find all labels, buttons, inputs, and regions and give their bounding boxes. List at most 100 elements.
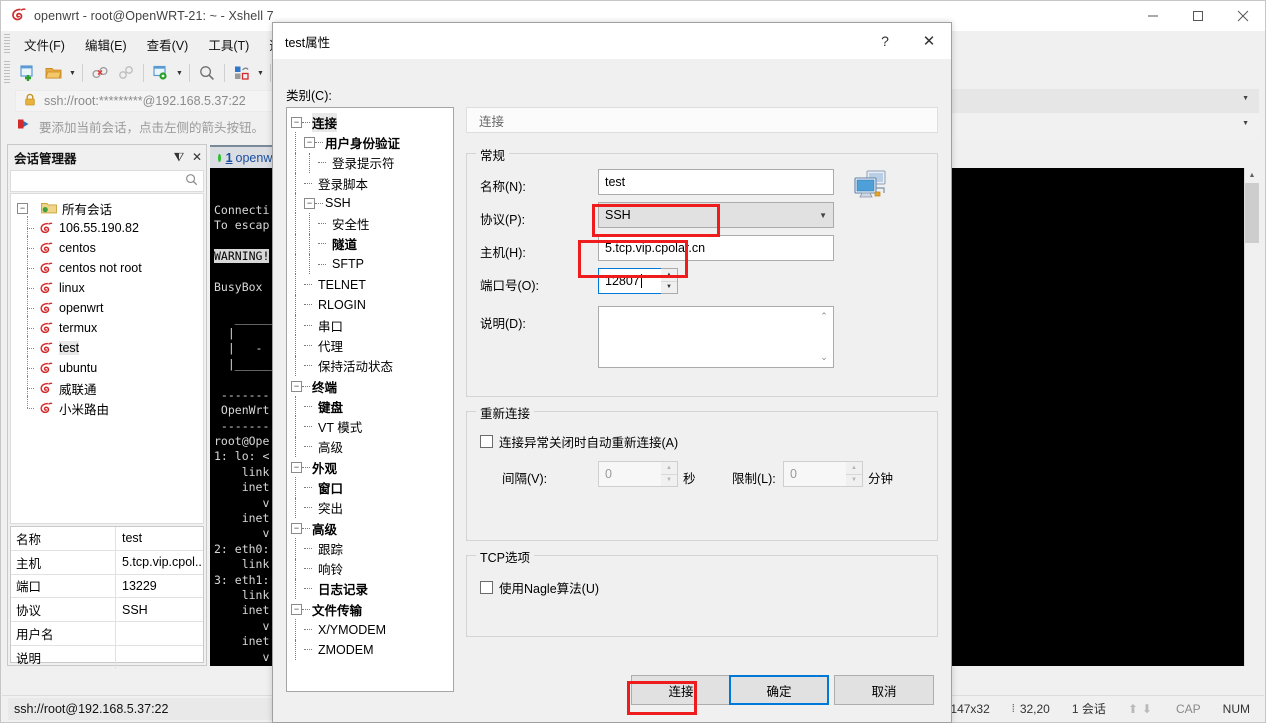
search-icon[interactable] [194,60,220,86]
category-item-跟踪[interactable]: 跟踪 [287,538,453,559]
category-item-VT-模式[interactable]: VT 模式 [287,416,453,437]
limit-spin-buttons[interactable]: ▲ ▼ [846,461,863,487]
limit-input[interactable]: 0 [783,461,846,487]
minimize-button[interactable] [1130,1,1175,31]
category-item-响铃[interactable]: 响铃 [287,558,453,579]
toolbar-grip[interactable] [4,61,10,85]
description-scrollbar[interactable]: ⌃ ⌄ [816,308,832,366]
description-input[interactable]: ⌃ ⌄ [598,306,834,368]
expand-collapse-icon[interactable]: − [291,603,302,615]
menu-file[interactable]: 文件(F) [14,32,75,57]
name-input[interactable]: test [598,169,834,195]
session-item-linux[interactable]: linux [11,276,203,298]
session-item-termux[interactable]: termux [11,316,203,338]
category-item-连接[interactable]: − 连接 [287,112,453,132]
session-tree-root[interactable]: − 所有会话 [11,198,203,218]
limit-spin-up-icon[interactable]: ▲ [846,462,862,475]
host-input[interactable]: 5.tcp.vip.cpolar.cn [598,235,834,261]
nagle-checkbox[interactable] [480,581,493,594]
category-item-突出[interactable]: 突出 [287,497,453,518]
category-item-高级[interactable]: 高级 [287,436,453,458]
link-icon[interactable] [113,60,139,86]
port-spinner[interactable]: 12807 ▲ ▼ [598,268,678,294]
category-item-键盘[interactable]: 键盘 [287,396,453,417]
category-item-窗口[interactable]: 窗口 [287,477,453,498]
session-item-106.55.190.82[interactable]: 106.55.190.82 [11,216,203,238]
category-item-TELNET[interactable]: TELNET [287,274,453,295]
open-folder-dropdown-icon[interactable]: ▼ [67,60,78,86]
port-spin-down-icon[interactable]: ▼ [661,281,677,293]
expand-collapse-icon[interactable]: − [291,461,302,473]
session-tree[interactable]: − 所有会话 106.55.190.82 centos centos not roo… [10,193,204,524]
expand-collapse-icon[interactable]: − [291,380,302,392]
category-item-SFTP[interactable]: SFTP [287,254,453,275]
session-item-centos[interactable]: centos [11,236,203,258]
category-item-日志记录[interactable]: 日志记录 [287,578,453,600]
menu-view[interactable]: 查看(V) [137,32,199,57]
ok-button[interactable]: 确定 [729,675,829,705]
expand-collapse-icon[interactable]: − [304,197,315,209]
pin-icon[interactable]: ⧨ [170,150,188,165]
new-session-icon[interactable] [15,60,41,86]
category-item-文件传输[interactable]: − 文件传输 [287,599,453,619]
session-panel-close-icon[interactable]: ✕ [188,150,206,164]
category-item-高级[interactable]: − 高级 [287,518,453,538]
auto-reconnect-checkbox[interactable] [480,435,493,448]
cancel-button[interactable]: 取消 [834,675,934,705]
auto-reconnect-checkbox-row[interactable]: 连接异常关闭时自动重新连接(A) [480,432,678,451]
close-button[interactable] [1220,1,1265,31]
category-item-ZMODEM[interactable]: ZMODEM [287,639,453,661]
expand-collapse-icon[interactable]: − [291,522,302,534]
category-item-隧道[interactable]: 隧道 [287,233,453,255]
category-item-终端[interactable]: − 终端 [287,376,453,396]
category-item-安全性[interactable]: 安全性 [287,213,453,234]
overflow-chevron-icon[interactable]: ▼ [1242,95,1249,102]
terminal-scrollbar[interactable]: ▲ [1244,168,1259,666]
protocol-select[interactable]: SSH ▼ [598,202,834,228]
category-item-SSH[interactable]: − SSH [287,193,453,214]
session-item-威联通[interactable]: 威联通 [11,376,203,398]
help-icon[interactable]: ? [863,23,907,59]
category-item-代理[interactable]: 代理 [287,335,453,356]
category-item-保持活动状态[interactable]: 保持活动状态 [287,355,453,376]
session-item-ubuntu[interactable]: ubuntu [11,356,203,378]
nagle-checkbox-row[interactable]: 使用Nagle算法(U) [480,578,599,597]
port-input[interactable]: 12807 [598,268,661,294]
expand-collapse-icon[interactable]: − [304,136,315,148]
category-item-登录脚本[interactable]: 登录脚本 [287,172,453,194]
category-item-外观[interactable]: − 外观 [287,457,453,477]
interval-spin-buttons[interactable]: ▲ ▼ [661,461,678,487]
interval-spinner[interactable]: 0 ▲ ▼ [598,461,678,487]
port-spin-up-icon[interactable]: ▲ [661,269,677,282]
maximize-button[interactable] [1175,1,1220,31]
limit-spinner[interactable]: 0 ▲ ▼ [783,461,863,487]
connect-button[interactable]: 连接 [631,675,731,705]
scrollbar-thumb[interactable] [1245,183,1259,243]
session-item-小米路由[interactable]: 小米路由 [11,396,203,418]
dialog-close-icon[interactable]: ✕ [907,23,951,59]
session-properties-icon[interactable] [148,60,174,86]
category-tree[interactable]: − 连接 − 用户身份验证 登录提示符 登录脚本 − SSH 安全性 隧道 SFTP TELNET RL… [286,107,454,692]
port-spin-buttons[interactable]: ▲ ▼ [661,268,678,294]
disconnect-icon[interactable] [87,60,113,86]
category-item-串口[interactable]: 串口 [287,314,453,336]
category-item-登录提示符[interactable]: 登录提示符 [287,152,453,173]
category-item-用户身份验证[interactable]: − 用户身份验证 [287,132,453,153]
session-properties-dropdown-icon[interactable]: ▼ [174,60,185,86]
menubar-grip[interactable] [4,34,10,54]
limit-spin-down-icon[interactable]: ▼ [846,474,862,486]
interval-spin-down-icon[interactable]: ▼ [661,474,677,486]
expand-collapse-icon[interactable]: − [291,116,302,128]
interval-input[interactable]: 0 [598,461,661,487]
chevron-down-icon[interactable]: ▼ [819,203,827,227]
scroll-up-icon[interactable]: ▲ [1245,168,1259,182]
expand-collapse-icon[interactable]: − [17,202,28,214]
session-search-input[interactable] [10,170,204,192]
interval-spin-up-icon[interactable]: ▲ [661,462,677,475]
layout-icon[interactable] [229,60,255,86]
scroll-down-icon[interactable]: ⌄ [820,352,828,363]
layout-dropdown-icon[interactable]: ▼ [255,60,266,86]
address-overflow-chevron-icon[interactable]: ▼ [1242,120,1249,127]
menu-tools[interactable]: 工具(T) [198,32,259,57]
session-item-test[interactable]: test [11,336,203,358]
